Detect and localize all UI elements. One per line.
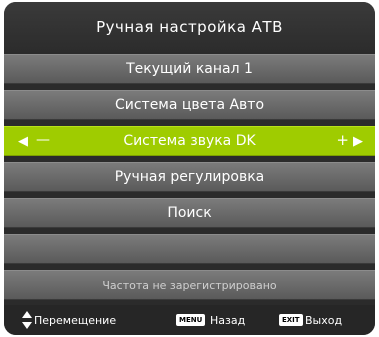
minus-icon[interactable]: —: [36, 132, 50, 148]
menu-item-current-channel[interactable]: Текущий канал 1: [4, 54, 375, 84]
back-hint: Назад: [210, 314, 246, 327]
move-hint: Перемещение: [34, 314, 117, 327]
menu-item-label: Ручная регулировка: [114, 169, 265, 185]
exit-hint: Выход: [305, 314, 343, 327]
menu-item-color-system[interactable]: Система цвета Авто: [4, 90, 375, 120]
menu-item-search[interactable]: Поиск: [4, 198, 375, 228]
menu-item-manual-adjust[interactable]: Ручная регулировка: [4, 162, 375, 192]
up-down-arrow-icon: [22, 311, 32, 329]
frequency-status: Частота не зарегистрировано: [4, 270, 375, 300]
menu-item-label: Система цвета Авто: [114, 97, 265, 113]
frequency-status-text: Частота не зарегистрировано: [102, 278, 277, 292]
plus-icon[interactable]: +: [336, 131, 349, 149]
tv-osd-menu: Ручная настройка АТВ Текущий канал 1 Сис…: [4, 2, 375, 335]
menu-item-label: Текущий канал 1: [126, 61, 253, 77]
menu-title: Ручная настройка АТВ: [4, 2, 375, 52]
menu-item-label: Поиск: [167, 205, 212, 221]
menu-item-empty: [4, 234, 375, 264]
menu-item-label: Система звука DK: [123, 133, 256, 149]
left-arrow-icon[interactable]: ◀: [18, 134, 28, 149]
exit-key-badge: EXIT: [279, 314, 303, 326]
right-arrow-icon[interactable]: ▶: [353, 134, 363, 149]
menu-item-sound-system[interactable]: ◀ — Система звука DK + ▶: [4, 126, 375, 156]
footer-hints: Перемещение MENU Назад EXIT Выход: [4, 305, 375, 335]
menu-key-badge: MENU: [176, 314, 206, 326]
